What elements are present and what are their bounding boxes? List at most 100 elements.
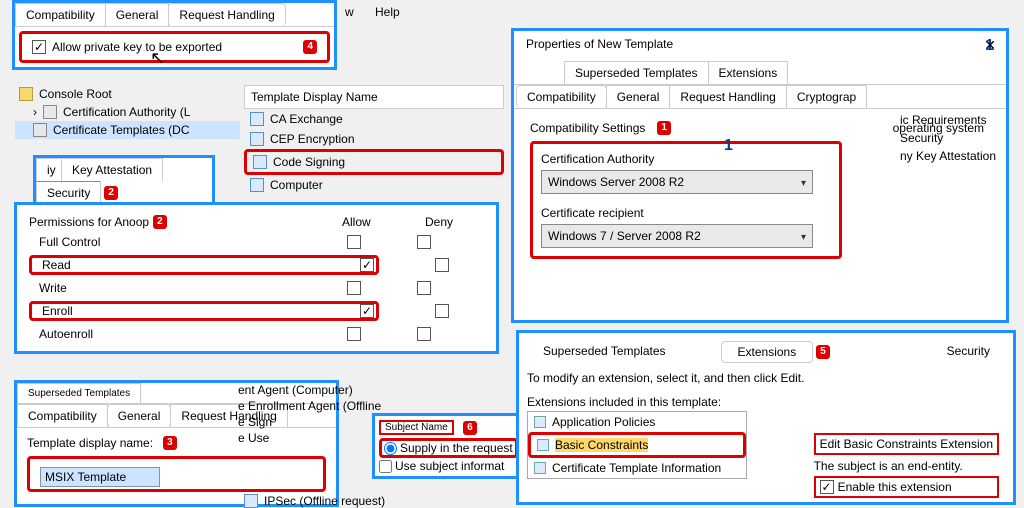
tree-ca[interactable]: Certification Authority (L — [63, 105, 190, 119]
edit-basic-constraints: Edit Basic Constraints Extension The sub… — [814, 433, 999, 502]
tab-superseded-mini[interactable]: Superseded Templates — [17, 383, 141, 403]
label-enable-extension: Enable this extension — [838, 480, 952, 494]
checkbox-auto-allow[interactable] — [347, 327, 361, 341]
checkbox-write-allow[interactable] — [347, 281, 361, 295]
annotation-badge-4: 4 — [303, 40, 317, 54]
checkbox-use-subject-info[interactable] — [379, 460, 392, 473]
extensions-panel: Superseded Templates Extensions 5 Securi… — [516, 330, 1016, 505]
perm-write: Write — [29, 281, 319, 295]
menu-item-w[interactable]: w — [345, 5, 354, 19]
list-item: CA Exchange — [244, 109, 504, 129]
template-icon — [253, 155, 267, 169]
annotation-badge-1c: 1 — [724, 137, 733, 155]
tab-general-2[interactable]: General — [107, 404, 172, 427]
chevron-down-icon — [801, 175, 806, 189]
tab-iy[interactable]: iy — [36, 158, 62, 181]
edit-dialog-title: Edit Basic Constraints Extension — [814, 433, 999, 455]
cert-authority-icon — [43, 105, 57, 119]
tab-general-3[interactable]: General — [606, 85, 671, 108]
extra-item[interactable]: e Sign — [238, 414, 381, 430]
cursor-icon: ↖ — [150, 48, 165, 69]
ext-item: Certificate Template Information — [528, 458, 746, 478]
tab-general[interactable]: General — [105, 3, 170, 26]
properties-dialog: Properties of New Template 1 ✕ Supersede… — [511, 28, 1009, 323]
side-security[interactable]: Security — [896, 129, 1000, 147]
tab-superseded-2[interactable]: Superseded Templates — [527, 341, 682, 363]
checkbox-fc-allow[interactable] — [347, 235, 361, 249]
tab-cryptography[interactable]: Cryptograp — [786, 85, 867, 108]
cert-templates-icon — [33, 123, 47, 137]
menu-item-help[interactable]: Help — [375, 5, 400, 19]
label-cert-recipient: Certificate recipient — [541, 206, 831, 220]
dialog-tabrow-2: Compatibility General Request Handling C… — [514, 85, 1006, 109]
tab-request-handling[interactable]: Request Handling — [168, 3, 285, 26]
extensions-list: Application Policies Basic Constraints C… — [527, 411, 747, 479]
tab-request-handling-3[interactable]: Request Handling — [669, 85, 786, 108]
checkbox-write-deny[interactable] — [417, 281, 431, 295]
perm-autoenroll: Autoenroll — [29, 327, 319, 341]
label-allow-export: Allow private key to be exported — [52, 40, 222, 54]
tab-extensions-active[interactable]: Extensions — [721, 341, 814, 363]
tab-superseded[interactable]: Superseded Templates — [564, 61, 709, 84]
ext-icon — [537, 439, 549, 451]
extra-item[interactable]: e Enrollment Agent (Offline — [238, 398, 381, 414]
checkbox-enroll-allow[interactable] — [360, 304, 374, 318]
input-template-name[interactable] — [40, 467, 160, 487]
dropdown-cert-authority[interactable]: Windows Server 2008 R2 — [541, 170, 813, 194]
tab-extensions[interactable]: Extensions — [708, 61, 789, 84]
dialog-title: Properties of New Template — [526, 37, 673, 55]
checkbox-allow-export[interactable] — [32, 40, 46, 54]
annotation-badge-6: 6 — [463, 421, 477, 435]
section-compatibility-settings: Compatibility Settings — [530, 121, 645, 135]
column-header-name[interactable]: Template Display Name — [244, 85, 504, 109]
annotation-badge-2b: 2 — [153, 215, 167, 229]
side-req[interactable]: ic Requirements — [896, 111, 1000, 129]
ext-icon — [534, 416, 546, 428]
tab-security[interactable]: Security — [36, 181, 101, 204]
label-extensions-included: Extensions included in this template: — [527, 395, 747, 409]
tab-subject-name[interactable]: Subject Name — [379, 420, 454, 435]
ext-item: Basic Constraints — [528, 432, 746, 458]
dropdown-cert-recipient[interactable]: Windows 7 / Server 2008 R2 — [541, 224, 813, 248]
radio-supply-in-request[interactable] — [384, 442, 397, 455]
annotation-badge-1b: 1 — [657, 121, 671, 135]
side-key-attestation[interactable]: ny Key Attestation — [896, 147, 1000, 165]
console-tree: Console Root ›Certification Authority (L… — [15, 85, 240, 139]
tree-root[interactable]: Console Root — [39, 87, 112, 101]
ext-icon — [534, 462, 546, 474]
template-icon — [250, 132, 264, 146]
extra-item[interactable]: e Use — [238, 430, 381, 446]
annotation-badge-5: 5 — [816, 345, 830, 359]
checkbox-read-deny[interactable] — [435, 258, 449, 272]
side-tab-labels: ic Requirements Security ny Key Attestat… — [896, 111, 1000, 165]
checkbox-fc-deny[interactable] — [417, 235, 431, 249]
label-cert-authority: Certification Authority — [541, 152, 831, 166]
col-deny: Deny — [425, 215, 453, 229]
folder-icon — [19, 87, 33, 101]
tree-ct[interactable]: Certificate Templates (DC — [53, 123, 190, 137]
close-icon[interactable]: ✕ — [984, 37, 996, 54]
template-icon — [250, 178, 264, 192]
tab-key-attestation[interactable]: Key Attestation — [61, 158, 163, 181]
list-item-ipsec[interactable]: IPSec (Offline request) — [244, 494, 385, 508]
template-list: Template Display Name CA Exchange CEP En… — [244, 85, 504, 195]
template-icon — [244, 494, 258, 508]
list-item: Code Signing — [244, 149, 504, 175]
checkbox-read-allow[interactable] — [360, 258, 374, 272]
subject-name-panel: Subject Name 6 Supply in the request Use… — [372, 413, 525, 479]
tab-compatibility-2[interactable]: Compatibility — [17, 404, 108, 427]
security-tabs-mini: iy Key Attestation Security 2 — [33, 155, 215, 207]
tab-compatibility-active[interactable]: Compatibility — [516, 85, 607, 108]
checkbox-auto-deny[interactable] — [417, 327, 431, 341]
perm-enroll: Enroll — [42, 304, 360, 318]
tab-security-2[interactable]: Security — [931, 341, 1006, 363]
tab-compatibility[interactable]: Compatibility — [15, 3, 106, 26]
checkbox-enable-extension[interactable] — [820, 480, 834, 494]
chevron-down-icon — [801, 229, 806, 243]
list-item: CEP Encryption — [244, 129, 504, 149]
annotation-badge-2a: 2 — [104, 186, 118, 200]
dialog-tabrow-1: Superseded Templates Extensions — [514, 61, 1006, 85]
checkbox-enroll-deny[interactable] — [435, 304, 449, 318]
perm-full-control: Full Control — [29, 235, 319, 249]
extra-item[interactable]: ent Agent (Computer) — [238, 382, 381, 398]
